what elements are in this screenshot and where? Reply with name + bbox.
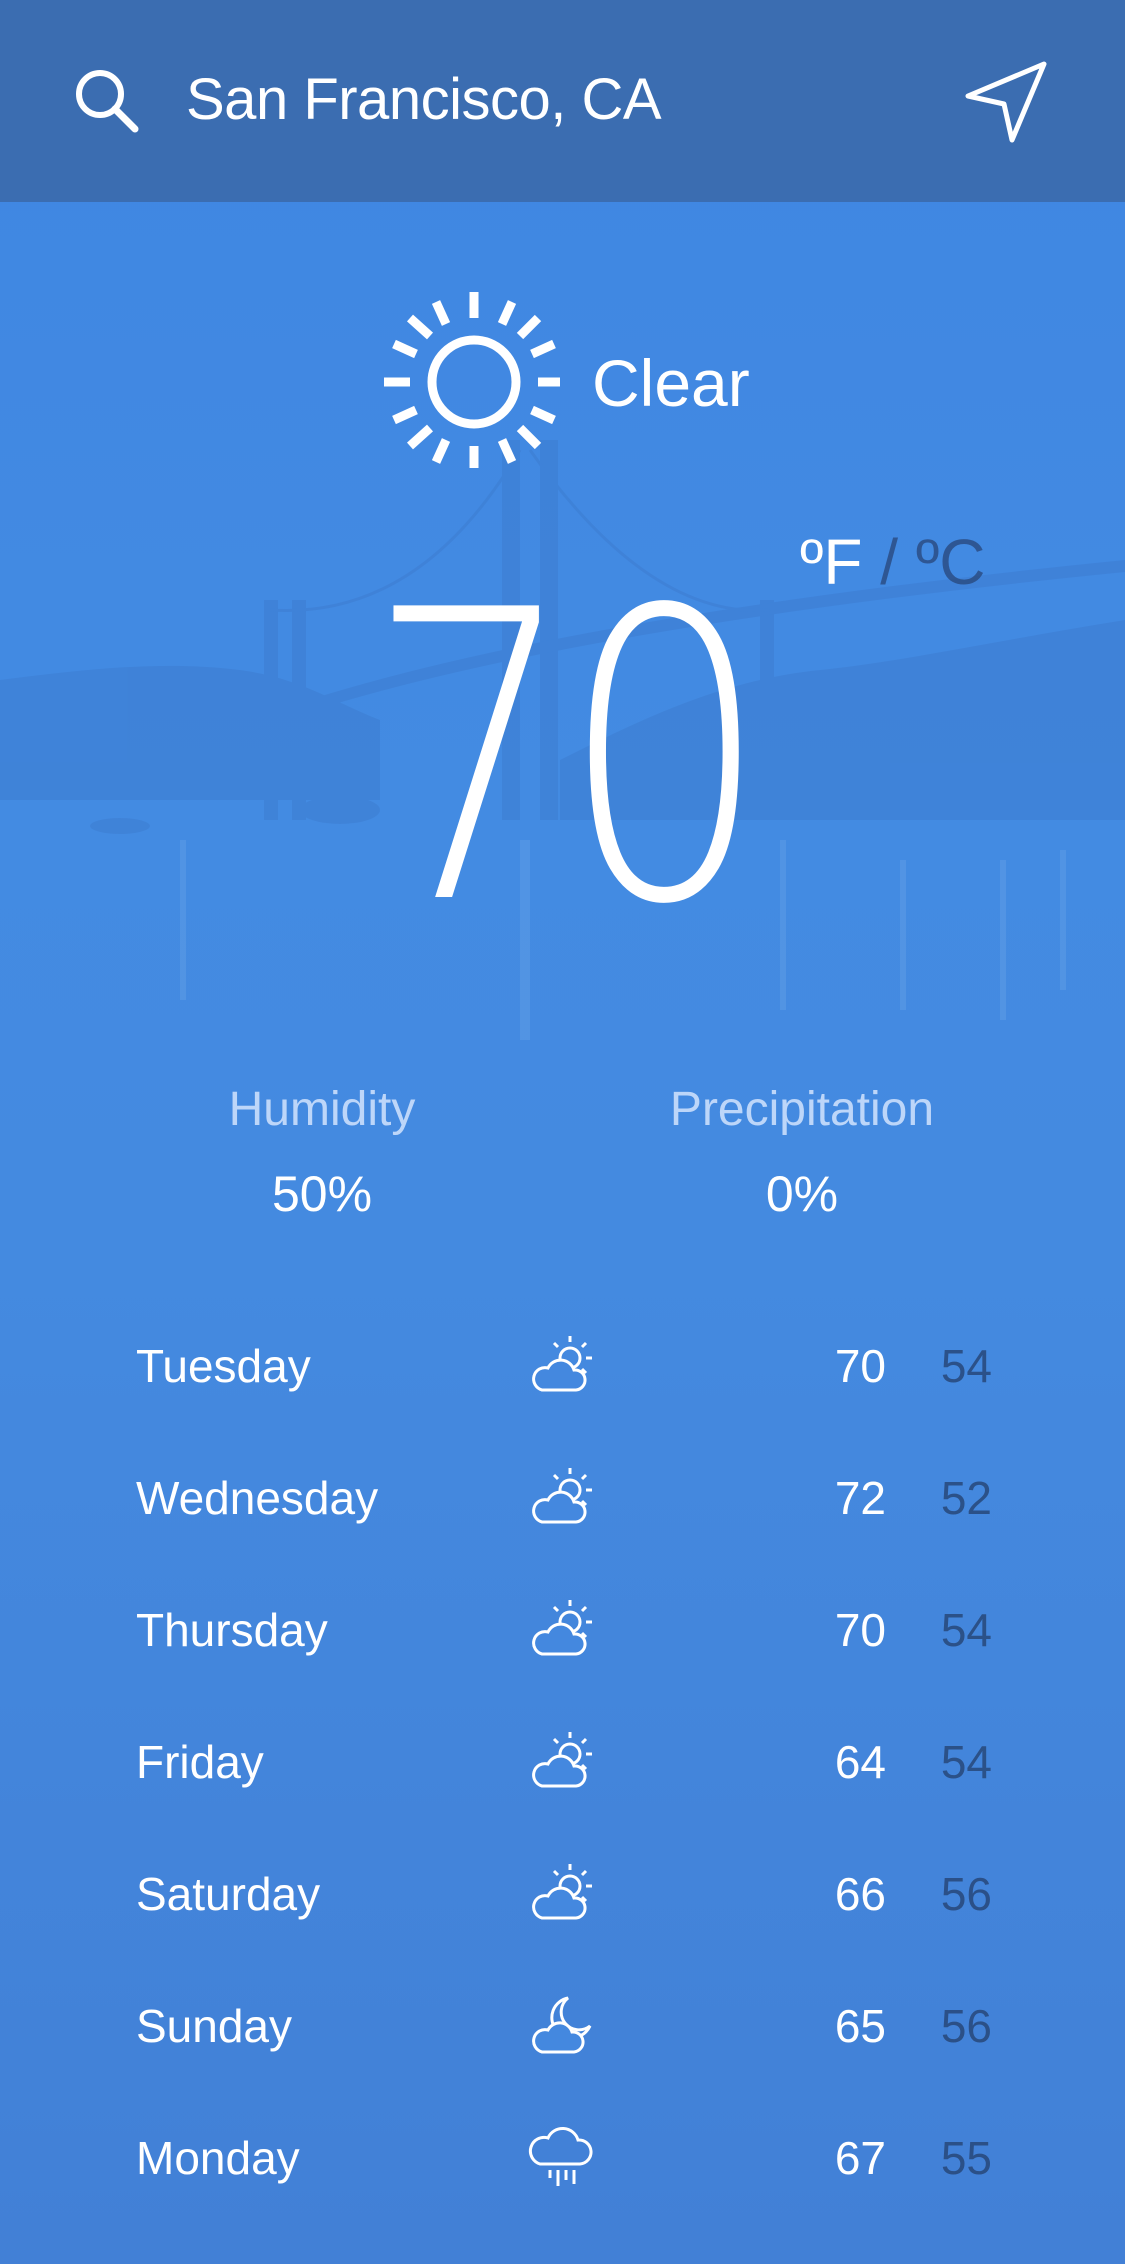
forecast-day: Wednesday [136, 1472, 379, 1524]
forecast-row[interactable]: Thursday 70 54 [0, 1580, 1125, 1680]
partly-cloudy-night-icon [532, 1996, 592, 2054]
forecast-row[interactable]: Tuesday 70 54 [0, 1316, 1125, 1416]
forecast-day: Saturday [136, 1868, 321, 1920]
top-bar: San Francisco, CA [0, 0, 1125, 202]
partly-cloudy-day-icon [532, 1864, 592, 1920]
unit-celsius[interactable]: ºC [916, 526, 986, 598]
forecast-high: 70 [834, 1340, 886, 1392]
humidity-value: 50% [271, 1166, 373, 1222]
forecast-row[interactable]: Friday 64 54 [0, 1712, 1125, 1812]
forecast-day: Thursday [136, 1604, 328, 1656]
forecast-high: 70 [834, 1604, 886, 1656]
sun-icon [384, 292, 560, 468]
forecast-row[interactable]: Monday 67 55 [0, 2108, 1125, 2208]
forecast-high: 72 [834, 1472, 886, 1524]
precipitation-value: 0% [765, 1166, 839, 1222]
partly-cloudy-day-icon [532, 1336, 592, 1392]
unit-separator: / [880, 526, 899, 598]
city-name[interactable]: San Francisco, CA [186, 62, 662, 138]
forecast-low: 54 [940, 1604, 992, 1656]
forecast-low: 56 [940, 2000, 992, 2052]
forecast-row[interactable]: Sunday 65 56 [0, 1976, 1125, 2076]
forecast-high: 64 [834, 1736, 886, 1788]
humidity-stat: Humidity 50% [142, 1078, 502, 1226]
forecast-low: 56 [940, 1868, 992, 1920]
partly-cloudy-day-icon [532, 1468, 592, 1524]
search-icon[interactable] [72, 66, 142, 136]
weather-app: San Francisco, CA Clear ºF / ºC 70 Humid… [0, 0, 1125, 2264]
temperature-value: 70 [366, 527, 769, 992]
location-arrow-icon[interactable] [960, 58, 1050, 148]
forecast-low: 54 [940, 1340, 992, 1392]
forecast-high: 67 [834, 2132, 886, 2184]
forecast-day: Sunday [136, 2000, 293, 2052]
forecast-high: 65 [834, 2000, 886, 2052]
forecast-row[interactable]: Wednesday 72 52 [0, 1448, 1125, 1548]
condition-label: Clear [592, 346, 750, 420]
forecast-low: 52 [940, 1472, 992, 1524]
forecast-high: 66 [834, 1868, 886, 1920]
partly-cloudy-day-icon [532, 1600, 592, 1656]
forecast-low: 55 [940, 2132, 992, 2184]
partly-cloudy-day-icon [532, 1732, 592, 1788]
forecast-day: Monday [136, 2132, 300, 2184]
forecast-day: Tuesday [136, 1340, 311, 1392]
precipitation-label: Precipitation [669, 1083, 935, 1136]
forecast-day: Friday [136, 1736, 264, 1788]
forecast-row[interactable]: Saturday 66 56 [0, 1844, 1125, 1944]
humidity-label: Humidity [228, 1083, 416, 1136]
precipitation-stat: Precipitation 0% [622, 1078, 982, 1226]
forecast-low: 54 [940, 1736, 992, 1788]
rain-icon [528, 2127, 593, 2186]
current-temperature: 70 [290, 527, 830, 992]
